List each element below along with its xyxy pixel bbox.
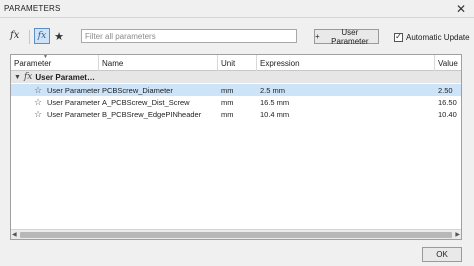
row-parameter-type: User Parameter: [47, 109, 100, 119]
column-header-expression[interactable]: Expression: [257, 55, 435, 71]
filter-user-parameters-icon[interactable]: fx: [34, 28, 50, 44]
automatic-update-checkbox[interactable]: ✓: [394, 32, 403, 42]
table-row[interactable]: ☆ User Parameter A_PCBScrew_Dist_Screw m…: [11, 96, 461, 108]
table-header: Parameter ▼ Name Unit Expression Value: [11, 55, 461, 71]
table-row[interactable]: ☆ User Parameter PCBScrew_Diameter mm 2.…: [11, 84, 461, 96]
row-expression[interactable]: 16.5 mm: [260, 96, 289, 108]
add-user-parameter-button[interactable]: + User Parameter: [314, 27, 379, 46]
toolbar-separator: [29, 30, 30, 44]
row-unit[interactable]: mm: [221, 96, 234, 108]
row-value: 2.50: [438, 85, 453, 95]
row-expression[interactable]: 10.4 mm: [260, 108, 289, 120]
row-value: 10.40: [438, 109, 457, 119]
title-bar: PARAMETERS ✕: [0, 0, 474, 18]
column-header-unit[interactable]: Unit: [218, 55, 257, 71]
parameters-table: Parameter ▼ Name Unit Expression Value ▼…: [10, 54, 462, 240]
row-name[interactable]: PCBScrew_Diameter: [102, 84, 173, 96]
plus-icon: +: [315, 32, 320, 41]
scroll-right-icon[interactable]: ▶: [455, 230, 460, 239]
favorites-star-icon[interactable]: ★: [52, 28, 66, 44]
automatic-update-label: Automatic Update: [406, 32, 470, 42]
fx-icon: fx: [23, 72, 33, 82]
check-icon: ✓: [395, 32, 402, 41]
row-unit[interactable]: mm: [221, 108, 234, 120]
row-name[interactable]: A_PCBScrew_Dist_Screw: [102, 96, 190, 108]
dialog-footer: OK: [0, 243, 474, 266]
add-user-parameter-label: User Parameter: [331, 27, 369, 46]
filter-parameters-input[interactable]: [81, 29, 297, 43]
row-unit[interactable]: mm: [221, 84, 234, 96]
scroll-left-icon[interactable]: ◀: [12, 230, 17, 239]
sort-caret-icon: ▼: [43, 54, 48, 60]
row-parameter-type: User Parameter: [47, 97, 100, 107]
window-title: PARAMETERS: [4, 4, 61, 13]
column-header-value[interactable]: Value: [435, 55, 461, 71]
horizontal-scrollbar[interactable]: ◀ ▶: [11, 229, 461, 239]
row-value: 16.50: [438, 97, 457, 107]
close-icon[interactable]: ✕: [452, 0, 470, 18]
table-row[interactable]: ☆ User Parameter B_PCBSrew_EdgePINheader…: [11, 108, 461, 120]
chevron-down-icon[interactable]: ▼: [14, 74, 21, 81]
row-parameter-type: User Parameter: [47, 85, 100, 95]
column-header-name[interactable]: Name: [99, 55, 218, 71]
fx-icon[interactable]: fx: [10, 30, 26, 44]
row-expression[interactable]: 2.5 mm: [260, 84, 285, 96]
star-icon[interactable]: ☆: [34, 108, 42, 120]
ok-button[interactable]: OK: [422, 247, 462, 262]
scrollbar-thumb[interactable]: [20, 232, 452, 238]
star-icon[interactable]: ☆: [34, 84, 42, 96]
star-icon[interactable]: ☆: [34, 96, 42, 108]
group-label: User Paramet…: [35, 72, 95, 82]
row-name[interactable]: B_PCBSrew_EdgePINheader: [102, 108, 201, 120]
column-header-parameter[interactable]: Parameter ▼: [11, 55, 99, 71]
toolbar: fx fx ★ + User Parameter ✓ Automatic Upd…: [0, 26, 474, 48]
group-row-user-parameters[interactable]: ▼ fx User Paramet…: [11, 71, 461, 83]
automatic-update-toggle[interactable]: ✓ Automatic Update: [394, 30, 470, 44]
